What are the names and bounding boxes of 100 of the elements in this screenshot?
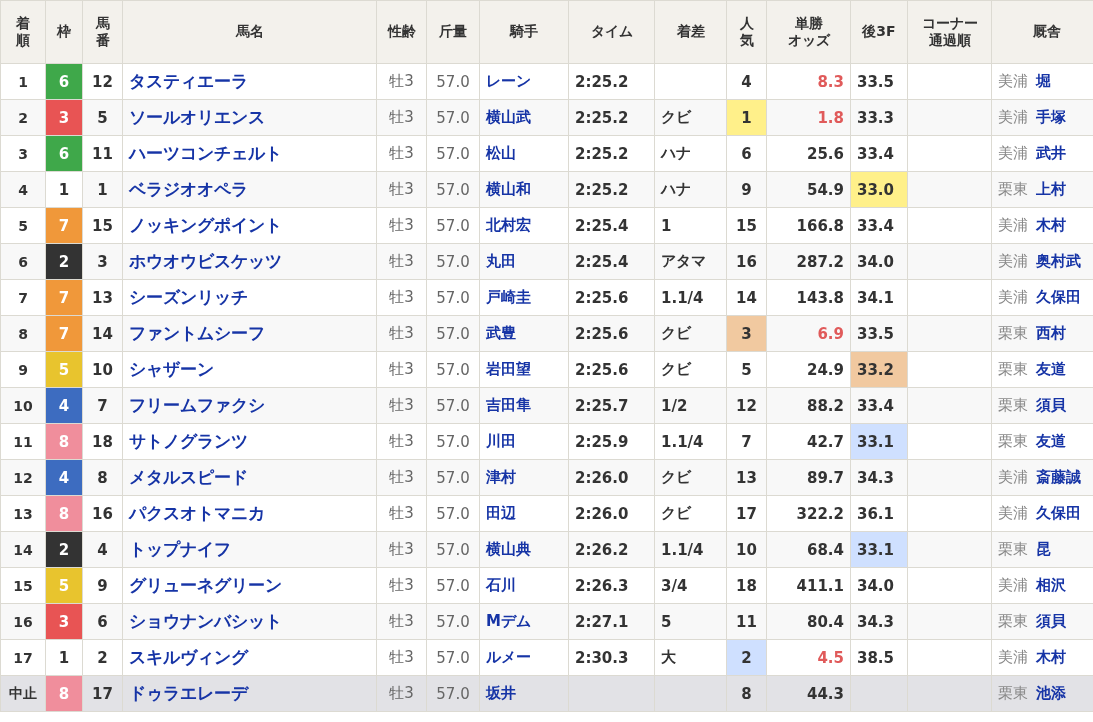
column-header: 人 気: [726, 0, 767, 64]
stable-region: 美浦: [998, 252, 1028, 270]
trainer-link[interactable]: 池添: [1036, 684, 1066, 702]
trainer-link[interactable]: 須貝: [1036, 396, 1066, 414]
table-cell: 89.7: [766, 459, 851, 496]
table-cell: 2:25.2: [568, 171, 655, 208]
table-cell: 2:25.2: [568, 63, 655, 100]
table-cell: 33.0: [850, 171, 908, 208]
trainer-link[interactable]: 久保田: [1036, 504, 1081, 522]
trainer-link[interactable]: 相沢: [1036, 576, 1066, 594]
table-cell: 1.8: [766, 99, 851, 136]
trainer-link[interactable]: 友道: [1036, 432, 1066, 450]
jockey-link[interactable]: 武豊: [486, 324, 516, 342]
table-cell: 8.3: [766, 63, 851, 100]
table-cell: 2:27.1: [568, 603, 655, 640]
table-cell: 大: [654, 639, 727, 676]
trainer-link[interactable]: 友道: [1036, 360, 1066, 378]
column-header: タイム: [568, 0, 655, 64]
trainer-link[interactable]: 手塚: [1036, 108, 1066, 126]
table-cell: 9: [82, 567, 123, 604]
table-cell: 38.5: [850, 639, 908, 676]
table-cell: 8: [726, 675, 767, 712]
table-cell: 牡3: [376, 387, 427, 424]
trainer-link[interactable]: 武井: [1036, 144, 1066, 162]
jockey-link[interactable]: 丸田: [486, 252, 516, 270]
table-cell: 3: [0, 135, 46, 172]
table-cell: 牡3: [376, 531, 427, 568]
trainer-link[interactable]: 昆: [1036, 540, 1051, 558]
table-cell: 57.0: [426, 387, 480, 424]
table-cell: 7: [0, 279, 46, 316]
column-header: 着差: [654, 0, 727, 64]
stable-region: 美浦: [998, 216, 1028, 234]
table-cell: 牡3: [376, 99, 427, 136]
table-cell: 68.4: [766, 531, 851, 568]
table-cell: 2:25.6: [568, 351, 655, 388]
trainer-link[interactable]: 木村: [1036, 216, 1066, 234]
table-cell: 57.0: [426, 279, 480, 316]
trainer-link[interactable]: 上村: [1036, 180, 1066, 198]
table-cell: 24.9: [766, 351, 851, 388]
column-header: 斤量: [426, 0, 480, 64]
table-cell: 12: [82, 63, 123, 100]
table-cell: 57.0: [426, 495, 480, 532]
column-header: 単勝 オッズ: [766, 0, 851, 64]
table-cell: 34.0: [850, 567, 908, 604]
table-cell: 2:25.4: [568, 243, 655, 280]
table-cell: 57.0: [426, 63, 480, 100]
table-cell: クビ: [654, 459, 727, 496]
trainer-link[interactable]: 斎藤誠: [1036, 468, 1081, 486]
table-cell: 322.2: [766, 495, 851, 532]
jockey-link[interactable]: 坂井: [486, 684, 516, 702]
table-cell: 15: [726, 207, 767, 244]
trainer-link[interactable]: 木村: [1036, 648, 1066, 666]
table-cell: 57.0: [426, 351, 480, 388]
table-cell: 牡3: [376, 207, 427, 244]
column-header: 後3F: [850, 0, 908, 64]
table-cell: 1/2: [654, 387, 727, 424]
table-cell: 5: [0, 207, 46, 244]
jockey-link[interactable]: 田辺: [486, 504, 516, 522]
trainer-link[interactable]: 西村: [1036, 324, 1066, 342]
table-cell: クビ: [654, 99, 727, 136]
trainer-link[interactable]: 奥村武: [1036, 252, 1081, 270]
stable-region: 栗東: [998, 396, 1028, 414]
table-cell: 2:25.9: [568, 423, 655, 460]
table-cell: 牡3: [376, 135, 427, 172]
table-cell: 2: [726, 639, 767, 676]
table-cell: 33.3: [850, 99, 908, 136]
table-cell: 57.0: [426, 639, 480, 676]
table-cell: ハナ: [654, 135, 727, 172]
table-cell: 2: [0, 99, 46, 136]
table-cell: 57.0: [426, 99, 480, 136]
jockey-link[interactable]: 川田: [486, 432, 516, 450]
table-cell: 17: [726, 495, 767, 532]
table-cell: 17: [82, 675, 123, 712]
trainer-link[interactable]: 久保田: [1036, 288, 1081, 306]
table-cell: ハナ: [654, 171, 727, 208]
table-cell: 7: [726, 423, 767, 460]
table-cell: 牡3: [376, 63, 427, 100]
table-cell: 2: [82, 639, 123, 676]
table-cell: 287.2: [766, 243, 851, 280]
stable-region: 美浦: [998, 468, 1028, 486]
table-cell: 57.0: [426, 315, 480, 352]
table-cell: 25.6: [766, 135, 851, 172]
table-cell: 5: [654, 603, 727, 640]
table-cell: 14: [0, 531, 46, 568]
table-cell: 6.9: [766, 315, 851, 352]
table-cell: 1: [0, 63, 46, 100]
trainer-link[interactable]: 須貝: [1036, 612, 1066, 630]
table-cell: 16: [82, 495, 123, 532]
table-cell: 33.2: [850, 351, 908, 388]
table-cell: 7: [82, 387, 123, 424]
jockey-link[interactable]: 津村: [486, 468, 516, 486]
jockey-link[interactable]: 松山: [486, 144, 516, 162]
table-cell: 18: [82, 423, 123, 460]
table-cell: 6: [0, 243, 46, 280]
table-cell: 3: [726, 315, 767, 352]
horse-name-link[interactable]: シャザーン: [129, 359, 214, 379]
table-cell: クビ: [654, 495, 727, 532]
table-cell: 57.0: [426, 207, 480, 244]
jockey-link[interactable]: 石川: [486, 576, 516, 594]
trainer-link[interactable]: 堀: [1036, 72, 1051, 90]
